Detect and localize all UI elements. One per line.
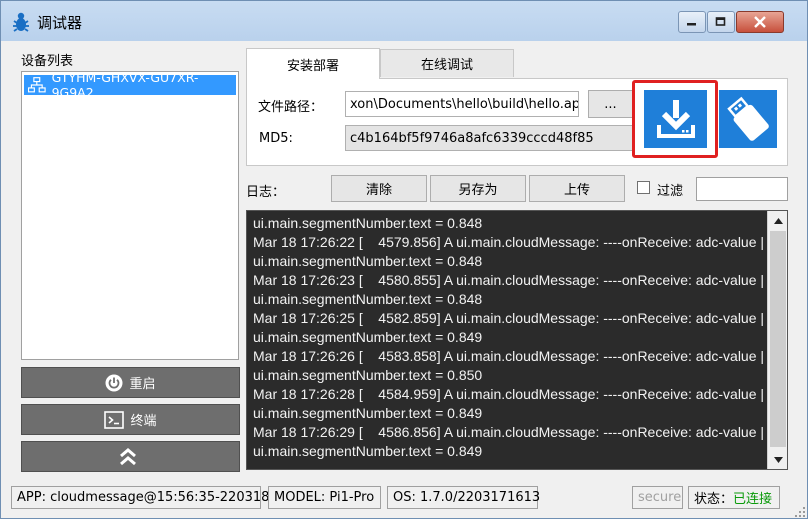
save-as-label: 另存为 bbox=[458, 183, 498, 198]
log-label: 日志： bbox=[246, 185, 286, 200]
log-line: ui.main.segmentNumber.text = 0.848 bbox=[253, 215, 483, 231]
triangle-up-icon bbox=[773, 217, 783, 224]
usb-drive-icon bbox=[727, 96, 769, 141]
maximize-icon bbox=[715, 17, 726, 26]
log-line: Mar 18 17:26:26 [ 4583.858] A ui.main.cl… bbox=[253, 348, 765, 364]
terminal-button[interactable]: 终端 bbox=[21, 404, 240, 435]
tab-online-debug[interactable]: 在线调试 bbox=[380, 49, 514, 77]
maximize-button[interactable] bbox=[707, 11, 735, 33]
save-as-button[interactable]: 另存为 bbox=[430, 175, 526, 202]
status-secure: secure bbox=[632, 486, 683, 509]
log-line: Mar 18 17:26:28 [ 4584.959] A ui.main.cl… bbox=[253, 386, 765, 402]
restart-button[interactable]: 重启 bbox=[21, 367, 240, 398]
md5-label: MD5: bbox=[259, 131, 293, 146]
log-lines: ui.main.segmentNumber.text = 0.848 Mar 1… bbox=[253, 214, 765, 461]
status-model: MODEL: Pi1-Pro bbox=[268, 486, 381, 509]
scroll-thumb[interactable] bbox=[770, 231, 786, 447]
filter-input[interactable] bbox=[696, 177, 788, 201]
status-os-text: OS: 1.7.0/2203171613 bbox=[393, 490, 541, 505]
file-path-field[interactable]: xon\Documents\hello\build\hello.app bbox=[345, 91, 579, 117]
log-line: ui.main.segmentNumber.text = 0.849 bbox=[253, 443, 483, 459]
scroll-up-arrow[interactable] bbox=[769, 212, 787, 229]
device-name: GTYHM-GHXVX-GU7XR-9G9A2 bbox=[51, 70, 199, 100]
close-button[interactable] bbox=[736, 11, 784, 33]
status-state-value: 已连接 bbox=[733, 492, 773, 507]
md5-field: c4b164bf5f9746a8afc6339cccd48f85 bbox=[345, 125, 635, 151]
window-title: 调试器 bbox=[37, 14, 83, 32]
usb-install-button[interactable] bbox=[719, 90, 777, 148]
terminal-icon bbox=[104, 410, 125, 429]
log-scrollbar[interactable] bbox=[767, 211, 787, 469]
minimize-icon bbox=[687, 23, 696, 26]
resize-grip-icon[interactable] bbox=[794, 506, 806, 518]
status-connection: 状态： 已连接 bbox=[688, 486, 780, 509]
highlight-box bbox=[632, 80, 718, 158]
power-icon bbox=[105, 374, 123, 391]
status-app-text: APP: cloudmessage@15:56:35-220318 bbox=[17, 490, 270, 505]
file-path-label: 文件路径： bbox=[258, 100, 324, 115]
tab-deploy-label: 安装部署 bbox=[286, 58, 339, 74]
log-line: ui.main.segmentNumber.text = 0.850 bbox=[253, 367, 483, 383]
browse-button[interactable]: ... bbox=[588, 90, 633, 118]
log-view[interactable]: ui.main.segmentNumber.text = 0.848 Mar 1… bbox=[246, 210, 788, 470]
minimize-button[interactable] bbox=[678, 11, 706, 33]
scroll-down-arrow[interactable] bbox=[769, 451, 787, 468]
browse-label: ... bbox=[604, 96, 617, 112]
status-state-label: 状态： bbox=[694, 492, 734, 507]
double-chevron-up-icon bbox=[119, 447, 136, 465]
triangle-down-icon bbox=[773, 456, 783, 463]
debugger-window: 调试器 设备列表 GTYHM-GHXVX-GU7XR-9G9A2 重启 终端 安… bbox=[0, 0, 808, 519]
log-line: Mar 18 17:26:29 [ 4586.856] A ui.main.cl… bbox=[253, 424, 765, 440]
device-list-item[interactable]: GTYHM-GHXVX-GU7XR-9G9A2 bbox=[24, 70, 236, 100]
log-line: ui.main.segmentNumber.text = 0.848 bbox=[253, 291, 483, 307]
terminal-label: 终端 bbox=[130, 414, 157, 429]
status-model-text: MODEL: Pi1-Pro bbox=[274, 490, 375, 505]
close-icon bbox=[754, 16, 766, 28]
upload-label: 上传 bbox=[563, 183, 590, 198]
status-os: OS: 1.7.0/2203171613 bbox=[387, 486, 541, 509]
log-line: Mar 18 17:26:25 [ 4582.859] A ui.main.cl… bbox=[253, 310, 765, 326]
status-secure-text: secure bbox=[638, 490, 682, 505]
log-line: Mar 18 17:26:22 [ 4579.856] A ui.main.cl… bbox=[253, 234, 765, 250]
title-bar[interactable]: 调试器 bbox=[1, 1, 807, 41]
upload-button[interactable]: 上传 bbox=[529, 175, 625, 202]
device-list[interactable]: GTYHM-GHXVX-GU7XR-9G9A2 bbox=[21, 70, 239, 360]
md5-value: c4b164bf5f9746a8afc6339cccd48f85 bbox=[350, 130, 594, 146]
log-line: ui.main.segmentNumber.text = 0.848 bbox=[253, 253, 483, 269]
device-list-label: 设备列表 bbox=[21, 54, 74, 69]
log-line: ui.main.segmentNumber.text = 0.849 bbox=[253, 329, 483, 345]
status-app: APP: cloudmessage@15:56:35-220318 bbox=[11, 486, 269, 509]
clear-button[interactable]: 清除 bbox=[331, 175, 427, 202]
filter-label: 过滤 bbox=[657, 184, 684, 199]
log-line: Mar 18 17:26:23 [ 4580.855] A ui.main.cl… bbox=[253, 272, 765, 288]
tab-online-debug-label: 在线调试 bbox=[420, 58, 473, 73]
collapse-button[interactable] bbox=[21, 441, 240, 472]
filter-checkbox[interactable] bbox=[637, 181, 650, 194]
network-icon bbox=[28, 77, 46, 93]
tab-deploy[interactable]: 安装部署 bbox=[246, 48, 380, 79]
bug-icon bbox=[13, 12, 29, 32]
restart-label: 重启 bbox=[129, 377, 156, 392]
file-path-value: xon\Documents\hello\build\hello.app bbox=[350, 96, 579, 112]
clear-label: 清除 bbox=[365, 183, 392, 198]
log-line: ui.main.segmentNumber.text = 0.849 bbox=[253, 405, 483, 421]
